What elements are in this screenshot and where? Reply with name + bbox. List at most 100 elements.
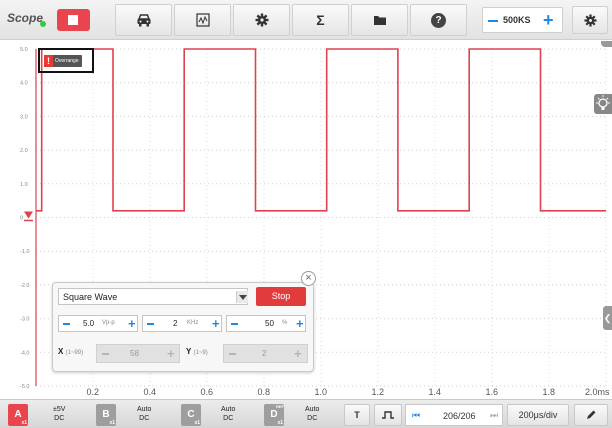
signal-generator-panel: Square Wave Stop 5.0 Vp-p + 2 KHz + 50 %… <box>52 282 314 372</box>
settings-tool-button[interactable] <box>233 4 290 36</box>
gear-icon <box>255 13 268 27</box>
x-tick-label: 1.2 <box>371 387 385 397</box>
y-tick-label: 1.0 <box>20 182 28 188</box>
sample-rate-increase-button[interactable]: + <box>543 9 554 31</box>
y-tick-label: 5.0 <box>20 47 28 53</box>
stop-acquisition-button[interactable] <box>57 9 90 31</box>
amplitude-decrease-button[interactable] <box>63 323 70 325</box>
amplitude-increase-button[interactable]: + <box>128 315 136 332</box>
duty-increase-button[interactable]: + <box>296 315 304 332</box>
cursor-parameters: X (1~99) 58 + Y (1~9) 2 + <box>58 344 310 363</box>
y-label: Y (1~9) <box>186 347 208 356</box>
brightness-toggle[interactable] <box>594 94 612 114</box>
ref-tag: REF <box>276 404 284 409</box>
y-tick-label: 2.0 <box>20 148 28 154</box>
x-label: X (1~99) <box>58 347 84 356</box>
waveform-icon <box>195 13 210 27</box>
top-toolbar: Scope Σ ? 500KS + <box>0 0 612 40</box>
trigger-button[interactable]: T <box>344 404 370 426</box>
frequency-increase-button[interactable]: + <box>212 315 220 332</box>
channel-b-button[interactable]: Bx1 <box>96 404 116 426</box>
warning-icon: ! <box>44 55 53 67</box>
x-axis: 0.2 0.4 0.6 0.8 1.0 1.2 1.4 1.6 1.8 2.0ms <box>0 386 612 400</box>
amplitude-unit: Vp-p <box>102 320 115 326</box>
x-decrease-button[interactable] <box>102 353 109 355</box>
generator-stop-button[interactable]: Stop <box>256 287 306 306</box>
y-increase-button[interactable]: + <box>294 345 302 363</box>
bottom-toolbar: Ax1 ±5V DC Bx1 Auto DC Cx1 Auto DC Dx1 REF … <box>0 399 612 428</box>
frequency-stepper: 2 KHz + <box>142 315 222 332</box>
trigger-edge-button[interactable] <box>374 404 402 426</box>
channel-c-button[interactable]: Cx1 <box>181 404 201 426</box>
app-title: Scope <box>7 11 44 25</box>
channel-d-button[interactable]: Dx1 REF <box>264 404 284 426</box>
vehicle-button[interactable] <box>115 4 172 36</box>
annotate-button[interactable] <box>574 404 608 426</box>
lightbulb-icon <box>596 95 610 110</box>
frequency-value: 2 <box>173 319 178 328</box>
overrange-badge: ! Overrange <box>44 55 82 67</box>
waveform-select-value: Square Wave <box>63 292 118 302</box>
panel-collapse-handle[interactable] <box>601 41 612 47</box>
duty-value: 50 <box>265 319 274 328</box>
help-button[interactable]: ? <box>410 4 467 36</box>
amplitude-value: 5.0 <box>83 319 95 328</box>
y-tick-label: -3.0 <box>20 317 29 323</box>
help-icon: ? <box>431 12 446 28</box>
pulse-icon <box>382 411 394 419</box>
channel-a-button[interactable]: Ax1 <box>8 404 28 426</box>
y-tick-label: -2.0 <box>20 283 29 289</box>
x-stepper: 58 + <box>96 344 180 363</box>
frequency-decrease-button[interactable] <box>147 323 154 325</box>
first-frame-button[interactable]: ⏮ <box>412 410 420 421</box>
gear-icon <box>583 13 597 27</box>
close-generator-button[interactable]: × <box>301 271 316 286</box>
files-button[interactable] <box>351 4 408 36</box>
y-tick-label: -1.0 <box>20 249 29 255</box>
side-panel-tab[interactable]: ❮ <box>603 306 612 330</box>
zero-level-marker-icon <box>24 211 33 219</box>
y-tick-label: 4.0 <box>20 81 28 87</box>
x-tick-label: 0.8 <box>257 387 271 397</box>
overrange-label: Overrange <box>55 58 79 64</box>
channel-a-config[interactable]: ±5V DC <box>53 405 65 423</box>
connection-status-icon <box>40 21 46 27</box>
last-frame-button[interactable]: ⏭ <box>490 410 498 421</box>
sigma-icon: Σ <box>316 12 325 28</box>
x-tick-label: 1.6 <box>485 387 499 397</box>
chevron-left-icon: ❮ <box>603 313 612 323</box>
waveform-library-button[interactable] <box>174 4 231 36</box>
waveform-select[interactable]: Square Wave <box>58 288 248 305</box>
x-tick-label: 2.0ms <box>585 387 610 397</box>
y-tick-label: -4.0 <box>20 350 29 356</box>
x-tick-label: 1.8 <box>542 387 556 397</box>
car-icon <box>137 14 150 27</box>
x-tick-label: 0.4 <box>143 387 157 397</box>
duty-cycle-stepper: 50 % + <box>226 315 306 332</box>
frame-counter: 206/206 <box>443 411 476 421</box>
duty-decrease-button[interactable] <box>231 323 238 325</box>
y-decrease-button[interactable] <box>229 353 236 355</box>
x-increase-button[interactable]: + <box>167 345 175 363</box>
sample-rate-decrease-button[interactable] <box>488 20 498 22</box>
channel-c-config[interactable]: Auto DC <box>221 405 235 423</box>
x-tick-label: 0.6 <box>200 387 214 397</box>
channel-d-config[interactable]: Auto DC <box>305 405 319 423</box>
sample-rate-control: 500KS + <box>482 7 563 33</box>
dropdown-arrow-icon[interactable] <box>236 291 248 303</box>
x-tick-label: 0.2 <box>86 387 100 397</box>
frequency-unit: KHz <box>187 320 199 326</box>
x-tick-label: 1.4 <box>428 387 442 397</box>
channel-b-config[interactable]: Auto DC <box>137 405 151 423</box>
x-value: 58 <box>130 349 139 358</box>
y-range: (1~9) <box>193 350 208 356</box>
settings-button[interactable] <box>572 6 608 34</box>
tool-group: Σ ? <box>115 4 469 36</box>
amplitude-stepper: 5.0 Vp-p + <box>58 315 138 332</box>
timebase-button[interactable]: 200μs/div <box>507 404 569 426</box>
sample-rate-value: 500KS <box>503 15 531 25</box>
folder-icon <box>373 16 386 25</box>
y-tick-label: 3.0 <box>20 114 28 120</box>
math-button[interactable]: Σ <box>292 4 349 36</box>
duty-unit: % <box>282 320 288 326</box>
